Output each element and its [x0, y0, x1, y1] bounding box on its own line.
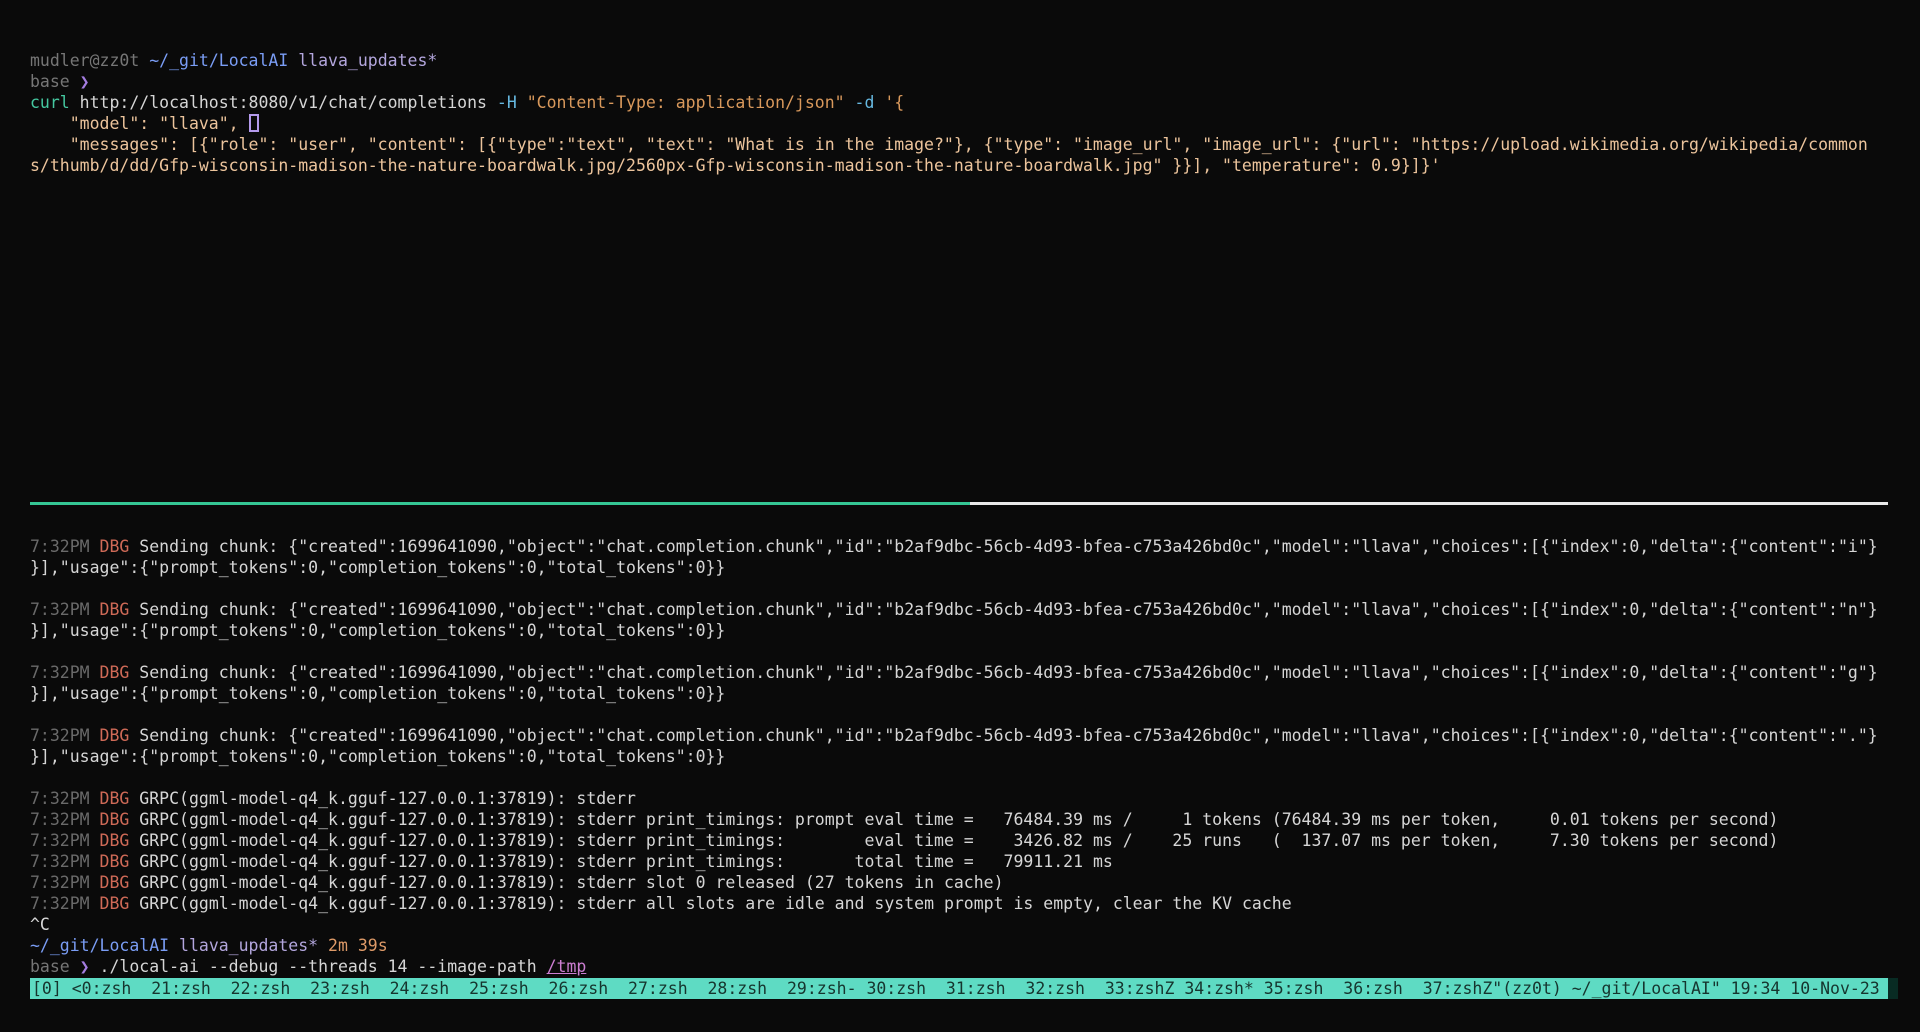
- log-line: 7:32PM DBG GRPC(ggml-model-q4_k.gguf-127…: [30, 788, 1878, 809]
- status-bar-end-block: [1888, 978, 1898, 999]
- command-line: curl http://localhost:8080/v1/chat/compl…: [30, 92, 1868, 113]
- blank-line: [30, 578, 1878, 599]
- tmux-window-list[interactable]: [0] <0:zsh 21:zsh 22:zsh 23:zsh 24:zsh 2…: [32, 979, 1880, 998]
- terminal-screen: { "colors": { "background": "#0a0a0a", "…: [0, 0, 1920, 1032]
- shell-session-bottom-pane: 7:32PM DBG Sending chunk: {"created":169…: [30, 536, 1878, 977]
- log-line: 7:32PM DBG Sending chunk: {"created":169…: [30, 662, 1878, 683]
- shell-session-top-pane: mudler@zz0t ~/_git/LocalAI llava_updates…: [30, 50, 1868, 176]
- log-line: 7:32PM DBG GRPC(ggml-model-q4_k.gguf-127…: [30, 872, 1878, 893]
- prompt-line: mudler@zz0t ~/_git/LocalAI llava_updates…: [30, 50, 1868, 71]
- interrupt-line: ^C: [30, 914, 1878, 935]
- log-line: 7:32PM DBG Sending chunk: {"created":169…: [30, 599, 1878, 620]
- log-line: }],"usage":{"prompt_tokens":0,"completio…: [30, 557, 1878, 578]
- log-line: }],"usage":{"prompt_tokens":0,"completio…: [30, 683, 1878, 704]
- log-line: }],"usage":{"prompt_tokens":0,"completio…: [30, 746, 1878, 767]
- blank-line: [30, 641, 1878, 662]
- blank-line: [30, 704, 1878, 725]
- log-line: 7:32PM DBG Sending chunk: {"created":169…: [30, 536, 1878, 557]
- blank-line: [30, 767, 1878, 788]
- prompt-line: base ❯: [30, 71, 1868, 92]
- command-body-line: "messages": [{"role": "user", "content":…: [30, 134, 1868, 155]
- log-line: 7:32PM DBG Sending chunk: {"created":169…: [30, 725, 1878, 746]
- log-line: 7:32PM DBG GRPC(ggml-model-q4_k.gguf-127…: [30, 830, 1878, 851]
- prompt-line: ~/_git/LocalAI llava_updates* 2m 39s: [30, 935, 1878, 956]
- pane-divider-inactive-segment: [970, 502, 1888, 505]
- terminal-cursor: [249, 114, 259, 132]
- command-body-line: "model": "llava",: [30, 113, 1868, 134]
- tmux-status-bar[interactable]: [0] <0:zsh 21:zsh 22:zsh 23:zsh 24:zsh 2…: [30, 978, 1898, 999]
- log-line: 7:32PM DBG GRPC(ggml-model-q4_k.gguf-127…: [30, 893, 1878, 914]
- tmux-pane-divider[interactable]: [30, 502, 1888, 505]
- command-line: base ❯ ./local-ai --debug --threads 14 -…: [30, 956, 1878, 977]
- log-line: 7:32PM DBG GRPC(ggml-model-q4_k.gguf-127…: [30, 851, 1878, 872]
- log-line: }],"usage":{"prompt_tokens":0,"completio…: [30, 620, 1878, 641]
- pane-divider-active-segment: [30, 502, 970, 505]
- log-line: 7:32PM DBG GRPC(ggml-model-q4_k.gguf-127…: [30, 809, 1878, 830]
- command-body-line: s/thumb/d/dd/Gfp-wisconsin-madison-the-n…: [30, 155, 1868, 176]
